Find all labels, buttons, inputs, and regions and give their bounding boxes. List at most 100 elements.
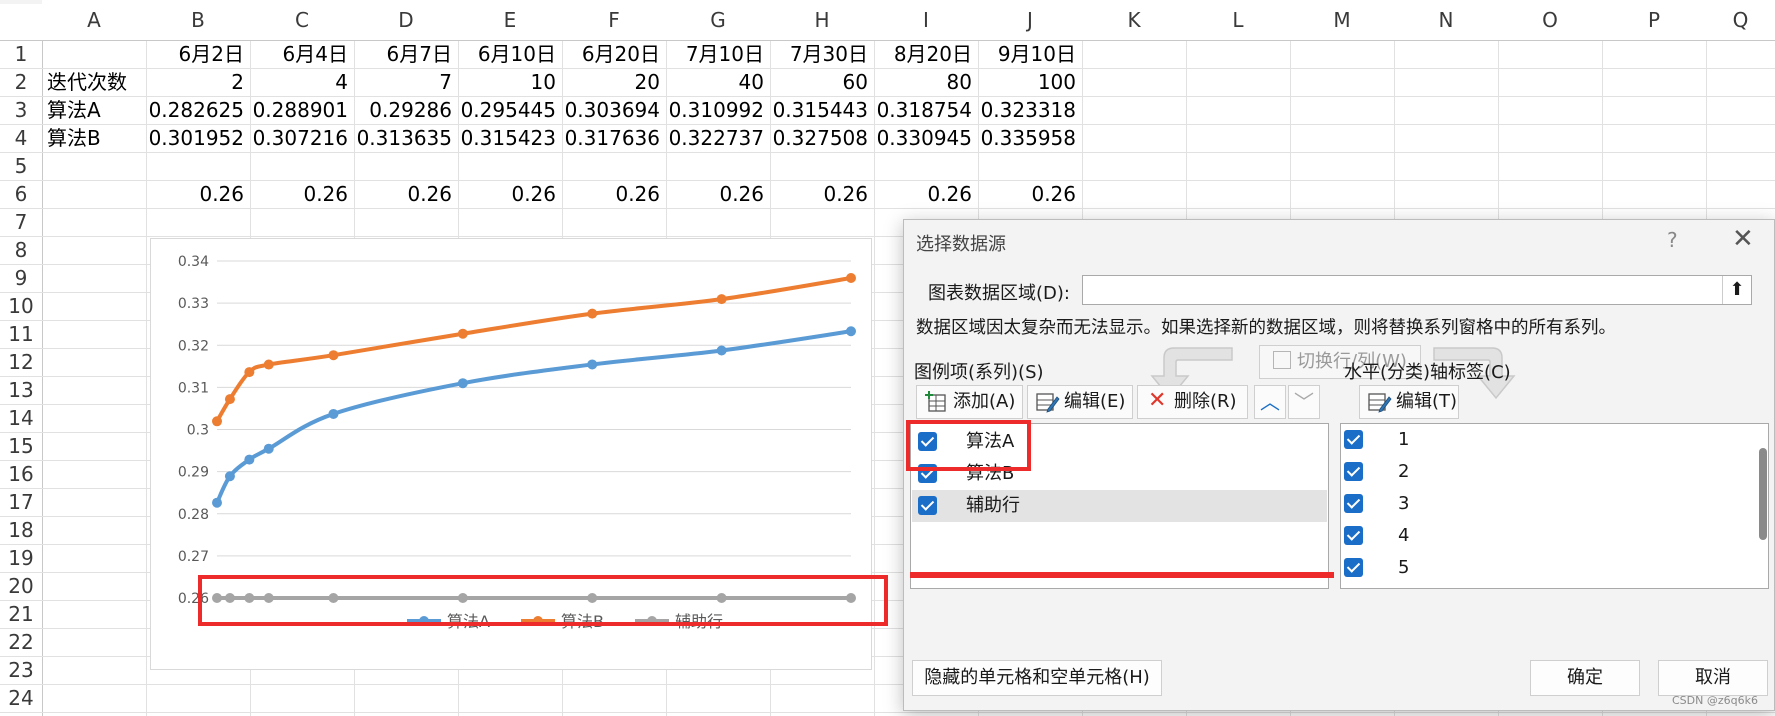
row-header[interactable]: 24 <box>0 684 42 712</box>
cell-B1[interactable]: 6月2日 <box>146 40 250 68</box>
cell-G2[interactable]: 40 <box>666 68 770 96</box>
col-header-O[interactable]: O <box>1498 0 1602 40</box>
cell-B3[interactable]: 0.282625 <box>146 96 250 124</box>
axis-label-item[interactable]: 1 <box>1342 424 1742 456</box>
cell-D3[interactable]: 0.29286 <box>354 96 458 124</box>
cell-J2[interactable]: 100 <box>978 68 1082 96</box>
col-header-C[interactable]: C <box>250 0 354 40</box>
cell-A2[interactable]: 迭代次数 <box>42 68 146 96</box>
col-header-H[interactable]: H <box>770 0 874 40</box>
cell-C3[interactable]: 0.288901 <box>250 96 354 124</box>
cell-B2[interactable]: 2 <box>146 68 250 96</box>
row-header[interactable]: 14 <box>0 404 42 432</box>
cell-B4[interactable]: 0.301952 <box>146 124 250 152</box>
row-header[interactable]: 8 <box>0 236 42 264</box>
cell-B6[interactable]: 0.26 <box>146 180 250 208</box>
row-header[interactable]: 23 <box>0 656 42 684</box>
cell-E4[interactable]: 0.315423 <box>458 124 562 152</box>
series-item-selected[interactable]: 辅助行 <box>912 490 1327 522</box>
checkbox-checked[interactable] <box>1344 526 1363 545</box>
row-header[interactable]: 15 <box>0 432 42 460</box>
col-header-E[interactable]: E <box>458 0 562 40</box>
cell-J1[interactable]: 9月10日 <box>978 40 1082 68</box>
cell-I2[interactable]: 80 <box>874 68 978 96</box>
cell-I3[interactable]: 0.318754 <box>874 96 978 124</box>
cell-F3[interactable]: 0.303694 <box>562 96 666 124</box>
axis-label-item[interactable]: 2 <box>1342 456 1742 488</box>
col-header-Q[interactable]: Q <box>1706 0 1775 40</box>
cell-G3[interactable]: 0.310992 <box>666 96 770 124</box>
cell-J3[interactable]: 0.323318 <box>978 96 1082 124</box>
col-header-B[interactable]: B <box>146 0 250 40</box>
row-header[interactable]: 5 <box>0 152 42 180</box>
cell-F2[interactable]: 20 <box>562 68 666 96</box>
cell-H2[interactable]: 60 <box>770 68 874 96</box>
cell-E2[interactable]: 10 <box>458 68 562 96</box>
cell-D4[interactable]: 0.313635 <box>354 124 458 152</box>
cell-E1[interactable]: 6月10日 <box>458 40 562 68</box>
axis-label-item[interactable]: 5 <box>1342 552 1742 584</box>
move-down-button[interactable]: ﹀ <box>1288 385 1320 419</box>
delete-series-button[interactable]: ✕ 删除(R) <box>1137 385 1248 419</box>
cell-E6[interactable]: 0.26 <box>458 180 562 208</box>
edit-axis-labels-button[interactable]: 编辑(T) <box>1359 385 1459 419</box>
checkbox-checked[interactable] <box>1344 494 1363 513</box>
cell-I1[interactable]: 8月20日 <box>874 40 978 68</box>
row-header[interactable]: 3 <box>0 96 42 124</box>
move-up-button[interactable]: ︿ <box>1254 385 1286 419</box>
checkbox-checked[interactable] <box>918 496 937 515</box>
chart-range-input[interactable] <box>1082 275 1752 305</box>
row-header[interactable]: 2 <box>0 68 42 96</box>
hidden-cells-button[interactable]: 隐藏的单元格和空单元格(H) <box>912 660 1162 696</box>
cell-H4[interactable]: 0.327508 <box>770 124 874 152</box>
col-header-K[interactable]: K <box>1082 0 1186 40</box>
cell-D6[interactable]: 0.26 <box>354 180 458 208</box>
row-header[interactable]: 6 <box>0 180 42 208</box>
cell-C4[interactable]: 0.307216 <box>250 124 354 152</box>
cell-H6[interactable]: 0.26 <box>770 180 874 208</box>
col-header-P[interactable]: P <box>1602 0 1706 40</box>
row-header[interactable]: 19 <box>0 544 42 572</box>
row-header[interactable]: 4 <box>0 124 42 152</box>
add-series-button[interactable]: 添加(A) <box>916 385 1023 419</box>
cell-J4[interactable]: 0.335958 <box>978 124 1082 152</box>
cancel-button[interactable]: 取消 <box>1658 660 1768 696</box>
cell-G4[interactable]: 0.322737 <box>666 124 770 152</box>
col-header-M[interactable]: M <box>1290 0 1394 40</box>
cell-E3[interactable]: 0.295445 <box>458 96 562 124</box>
row-header[interactable]: 18 <box>0 516 42 544</box>
col-header-I[interactable]: I <box>874 0 978 40</box>
checkbox-checked[interactable] <box>1344 462 1363 481</box>
col-header-G[interactable]: G <box>666 0 770 40</box>
col-header-D[interactable]: D <box>354 0 458 40</box>
col-header-A[interactable]: A <box>42 0 146 40</box>
cell-G6[interactable]: 0.26 <box>666 180 770 208</box>
row-header[interactable]: 9 <box>0 264 42 292</box>
row-header[interactable]: 22 <box>0 628 42 656</box>
cell-H3[interactable]: 0.315443 <box>770 96 874 124</box>
cell-A4[interactable]: 算法B <box>42 124 146 152</box>
cell-I6[interactable]: 0.26 <box>874 180 978 208</box>
row-header[interactable]: 7 <box>0 208 42 236</box>
cell-H1[interactable]: 7月30日 <box>770 40 874 68</box>
row-header[interactable]: 11 <box>0 320 42 348</box>
cell-F6[interactable]: 0.26 <box>562 180 666 208</box>
row-header[interactable]: 16 <box>0 460 42 488</box>
col-header-N[interactable]: N <box>1394 0 1498 40</box>
axis-label-item[interactable]: 4 <box>1342 520 1742 552</box>
cell-C6[interactable]: 0.26 <box>250 180 354 208</box>
row-header[interactable]: 20 <box>0 572 42 600</box>
ok-button[interactable]: 确定 <box>1530 660 1640 696</box>
row-header[interactable]: 1 <box>0 40 42 68</box>
axis-label-item[interactable]: 3 <box>1342 488 1742 520</box>
cell-G1[interactable]: 7月10日 <box>666 40 770 68</box>
row-header[interactable]: 10 <box>0 292 42 320</box>
cell-D1[interactable]: 6月7日 <box>354 40 458 68</box>
cell-I4[interactable]: 0.330945 <box>874 124 978 152</box>
edit-series-button[interactable]: 编辑(E) <box>1027 385 1133 419</box>
row-header[interactable]: 17 <box>0 488 42 516</box>
cell-F4[interactable]: 0.317636 <box>562 124 666 152</box>
axis-labels-listbox[interactable]: 1 2 3 4 5 <box>1340 423 1769 589</box>
col-header-F[interactable]: F <box>562 0 666 40</box>
cell-F1[interactable]: 6月20日 <box>562 40 666 68</box>
